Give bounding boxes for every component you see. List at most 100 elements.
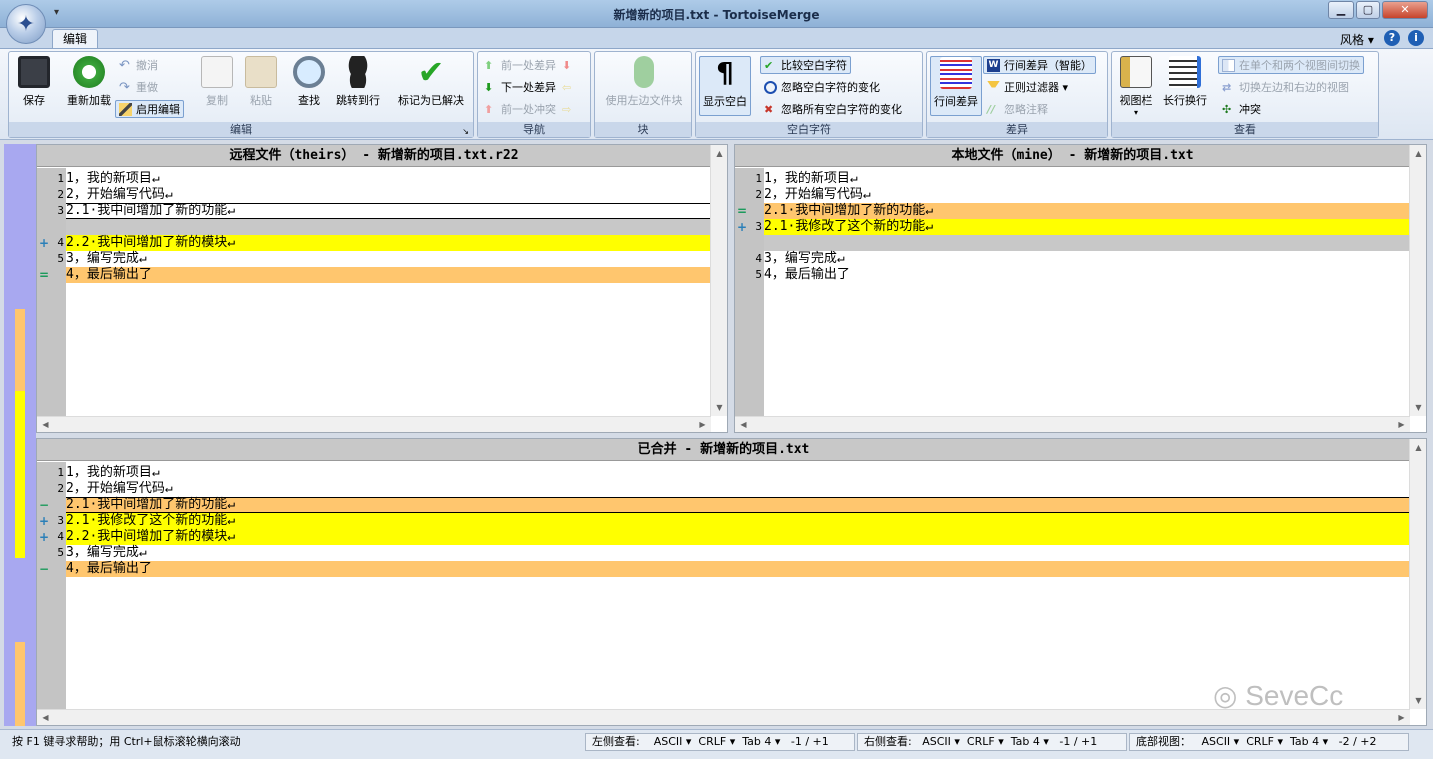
inline-diff-smart-option[interactable]: W 行间差异（智能） bbox=[983, 56, 1096, 74]
prev-conflict-button[interactable]: ⬆ 前一处冲突 ⇨ bbox=[484, 100, 579, 118]
right-encoding[interactable]: ASCII bbox=[922, 735, 951, 748]
location-bar-left[interactable] bbox=[4, 144, 15, 726]
merged-vertical-scrollbar[interactable]: ▲ ▼ bbox=[1409, 439, 1426, 709]
right-pane[interactable]: 本地文件（mine） - 新增新的项目.txt 1，我的新项目↵ 1 2，开始编写代… bbox=[734, 144, 1427, 433]
comment-slash-icon: // bbox=[987, 102, 996, 116]
swap-left-right-option[interactable]: ⇄ 切换左边和右边的视图 bbox=[1222, 78, 1349, 96]
ignore-whitespace-change-option[interactable]: 忽略空白字符的变化 bbox=[764, 78, 880, 96]
scroll-right-icon[interactable]: ▶ bbox=[1393, 420, 1410, 429]
right-tab[interactable]: Tab 4 bbox=[1011, 735, 1040, 748]
undo-button[interactable]: ↶ 撤消 bbox=[119, 56, 158, 74]
prev-diff-button[interactable]: ⬆ 前一处差异 ⬇ bbox=[484, 56, 579, 74]
wechat-icon: ◎ bbox=[1213, 680, 1246, 711]
arrow-right-icon[interactable]: ⇨ bbox=[562, 103, 575, 116]
code-line[interactable]: 2.1·我修改了这个新的功能↵ bbox=[764, 219, 1409, 235]
dialog-launcher-icon[interactable]: ↘ bbox=[462, 127, 469, 136]
bottom-encoding[interactable]: ASCII bbox=[1202, 735, 1231, 748]
scroll-left-icon[interactable]: ◀ bbox=[37, 420, 54, 429]
location-bar-right[interactable] bbox=[25, 144, 36, 726]
use-left-block-button[interactable]: 使用左边文件块 bbox=[599, 56, 689, 116]
code-line[interactable]: 4，最后输出了 bbox=[66, 267, 711, 283]
arrow-down-red-icon[interactable]: ⬇ bbox=[562, 59, 575, 72]
style-menu[interactable]: 风格 ▾ bbox=[1340, 31, 1374, 48]
code-line[interactable]: 2，开始编写代码↵ bbox=[764, 187, 1409, 203]
regex-filter-dropdown[interactable]: 正则过滤器 ▾ bbox=[987, 78, 1068, 96]
wrap-lines-button[interactable]: 长行换行 bbox=[1158, 56, 1212, 116]
help-icon[interactable]: ? bbox=[1384, 30, 1400, 46]
left-tab[interactable]: Tab 4 bbox=[742, 735, 771, 748]
minimize-button[interactable]: ▁ bbox=[1328, 1, 1354, 19]
scroll-down-icon[interactable]: ▼ bbox=[711, 403, 727, 412]
scroll-up-icon[interactable]: ▲ bbox=[711, 149, 727, 158]
copy-button[interactable]: 复制 bbox=[199, 56, 235, 116]
code-line[interactable] bbox=[764, 235, 1409, 251]
close-button[interactable]: ✕ bbox=[1382, 1, 1428, 19]
next-diff-button[interactable]: ⬇ 下一处差异 ⇦ bbox=[484, 78, 579, 96]
conflict-option[interactable]: ✣ 冲突 bbox=[1222, 100, 1261, 118]
view-bar-icon bbox=[1120, 56, 1152, 88]
redo-button[interactable]: ↷ 重做 bbox=[119, 78, 158, 96]
merged-horizontal-scrollbar[interactable]: ◀ ▶ bbox=[37, 709, 1410, 725]
scroll-up-icon[interactable]: ▲ bbox=[1410, 443, 1426, 452]
paste-button[interactable]: 粘贴 bbox=[243, 56, 279, 116]
code-line[interactable]: 2.1·我中间增加了新的功能↵ bbox=[764, 203, 1409, 219]
code-line[interactable] bbox=[66, 219, 711, 235]
code-line[interactable]: 1，我的新项目↵ bbox=[764, 171, 1409, 187]
left-horizontal-scrollbar[interactable]: ◀ ▶ bbox=[37, 416, 711, 432]
find-button[interactable]: 查找 bbox=[291, 56, 327, 116]
status-right-view: 右侧查看: ASCII ▾ CRLF ▾ Tab 4 ▾ -1 / +1 bbox=[857, 733, 1127, 751]
tab-edit[interactable]: 编辑 bbox=[52, 29, 98, 49]
switch-one-two-views-option[interactable]: 在单个和两个视图间切换 bbox=[1218, 56, 1364, 74]
code-line[interactable]: 4，最后输出了 bbox=[66, 561, 1410, 577]
code-line[interactable]: 3，编写完成↵ bbox=[764, 251, 1409, 267]
compare-whitespace-option[interactable]: ✔ 比较空白字符 bbox=[760, 56, 851, 74]
scroll-up-icon[interactable]: ▲ bbox=[1410, 149, 1426, 158]
bottom-eol[interactable]: CRLF bbox=[1246, 735, 1274, 748]
ignore-all-whitespace-option[interactable]: ✖ 忽略所有空白字符的变化 bbox=[764, 100, 902, 118]
reload-button[interactable]: 重新加载 bbox=[63, 56, 115, 116]
scroll-left-icon[interactable]: ◀ bbox=[37, 713, 54, 722]
code-line[interactable]: 1，我的新项目↵ bbox=[66, 171, 711, 187]
right-horizontal-scrollbar[interactable]: ◀ ▶ bbox=[735, 416, 1410, 432]
code-line[interactable]: 2，开始编写代码↵ bbox=[66, 187, 711, 203]
code-line[interactable]: 3，编写完成↵ bbox=[66, 545, 1410, 561]
code-line[interactable]: 3，编写完成↵ bbox=[66, 251, 711, 267]
goto-line-button[interactable]: 跳转到行 bbox=[331, 56, 385, 116]
scroll-right-icon[interactable]: ▶ bbox=[694, 420, 711, 429]
arrow-up-red-icon: ⬆ bbox=[484, 102, 494, 116]
info-icon[interactable]: i bbox=[1408, 30, 1424, 46]
mark-resolved-button[interactable]: ✔ 标记为已解决 bbox=[393, 56, 469, 116]
scroll-down-icon[interactable]: ▼ bbox=[1410, 403, 1426, 412]
save-button[interactable]: 保存 bbox=[15, 56, 53, 116]
left-pane[interactable]: 远程文件（theirs） - 新增新的项目.txt.r22 1，我的新项目↵ 1 2… bbox=[36, 144, 728, 433]
code-line[interactable]: 2.1·我修改了这个新的功能↵ bbox=[66, 513, 1410, 529]
enable-edit-button[interactable]: 启用编辑 bbox=[115, 100, 184, 118]
ignore-comments-option[interactable]: //忽略注释 bbox=[987, 100, 1048, 118]
code-line[interactable]: 1，我的新项目↵ bbox=[66, 465, 1410, 481]
inline-diff-button[interactable]: 行间差异 bbox=[930, 56, 982, 116]
code-line[interactable]: 2.1·我中间增加了新的功能↵ bbox=[66, 497, 1410, 513]
maximize-button[interactable]: ▢ bbox=[1356, 1, 1380, 19]
code-line[interactable]: 2.2·我中间增加了新的模块↵ bbox=[66, 235, 711, 251]
right-vertical-scrollbar[interactable]: ▲ ▼ bbox=[1409, 145, 1426, 416]
scroll-right-icon[interactable]: ▶ bbox=[1393, 713, 1410, 722]
group-view-label: 查看 bbox=[1112, 122, 1378, 137]
app-menu-button[interactable]: ✦ bbox=[6, 4, 46, 44]
left-vertical-scrollbar[interactable]: ▲ ▼ bbox=[710, 145, 727, 416]
view-bar-button[interactable]: 视图栏 ▾ bbox=[1116, 56, 1156, 117]
arrow-left-icon[interactable]: ⇦ bbox=[562, 81, 575, 94]
code-line[interactable]: 2.1·我中间增加了新的功能↵ bbox=[66, 203, 711, 219]
right-eol[interactable]: CRLF bbox=[967, 735, 995, 748]
bottom-tab[interactable]: Tab 4 bbox=[1290, 735, 1319, 748]
quick-access-dropdown-icon[interactable]: ▾ bbox=[54, 7, 59, 18]
code-line[interactable]: 2.2·我中间增加了新的模块↵ bbox=[66, 529, 1410, 545]
left-eol[interactable]: CRLF bbox=[698, 735, 726, 748]
scroll-down-icon[interactable]: ▼ bbox=[1410, 696, 1426, 705]
location-bar-middle[interactable] bbox=[15, 144, 25, 726]
scroll-left-icon[interactable]: ◀ bbox=[735, 420, 752, 429]
code-line[interactable]: 2，开始编写代码↵ bbox=[66, 481, 1410, 497]
show-whitespace-button[interactable]: ¶ 显示空白 bbox=[699, 56, 751, 116]
merged-pane[interactable]: 已合并 - 新增新的项目.txt 1，我的新项目↵ 1 2，开始编写代码↵ 2 2.1·… bbox=[36, 438, 1427, 726]
left-encoding[interactable]: ASCII bbox=[654, 735, 683, 748]
code-line[interactable]: 4，最后输出了 bbox=[764, 267, 1409, 283]
